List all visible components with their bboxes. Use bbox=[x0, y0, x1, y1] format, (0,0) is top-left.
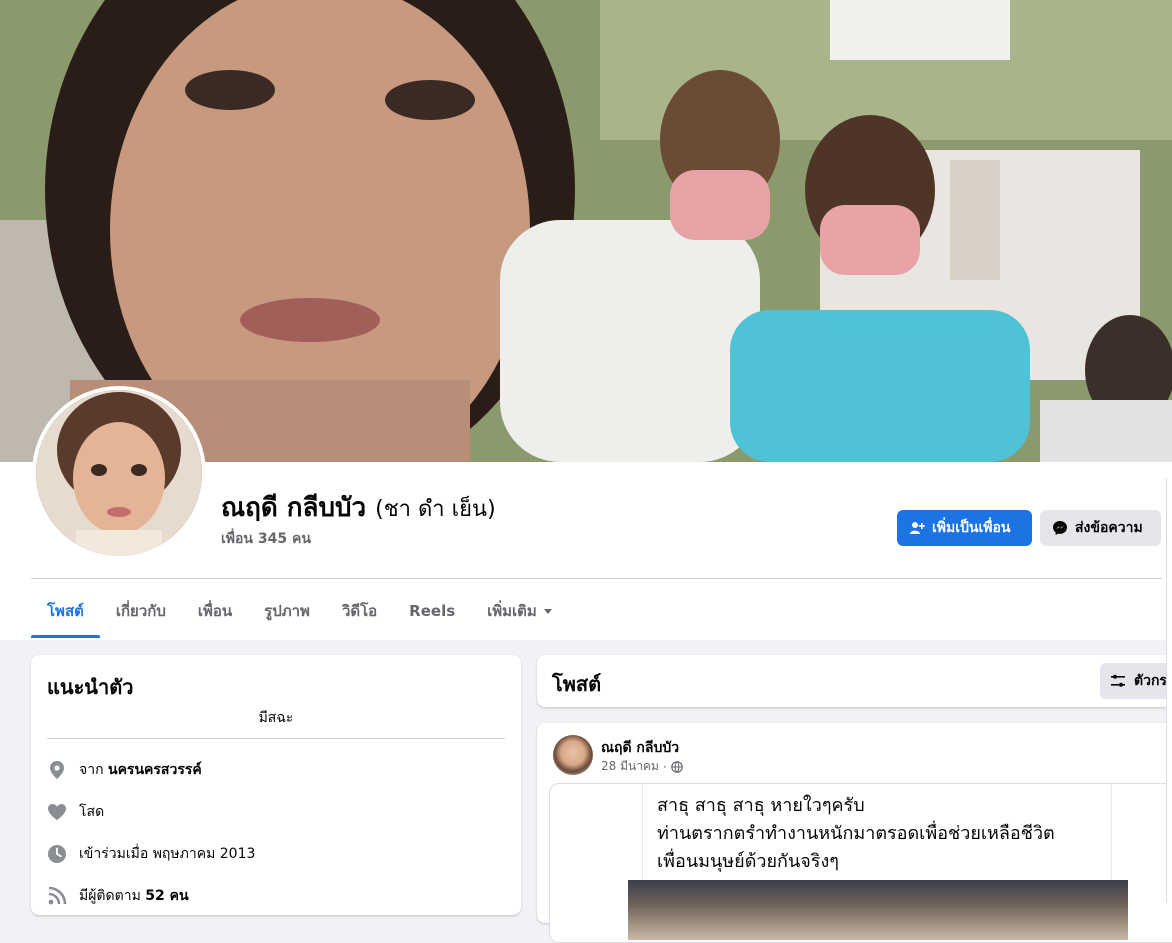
intro-relationship: โสด bbox=[47, 801, 104, 823]
tab-videos-label: วิดีโอ bbox=[341, 602, 378, 620]
post-image[interactable] bbox=[628, 880, 1128, 940]
profile-alternate-name: (ชา ดำ เย็น) bbox=[375, 497, 496, 522]
post-author-avatar[interactable] bbox=[553, 735, 593, 775]
post-card: ณฤดี กลีบบัว 28 มีนาคม · สาธุ สาธุ สาธุ … bbox=[537, 723, 1172, 943]
post-meta: 28 มีนาคม · bbox=[601, 757, 683, 776]
tab-posts-label: โพสต์ bbox=[47, 602, 84, 620]
post-shared-content[interactable]: สาธุ สาธุ สาธุ หายใวๆครับ ท่านตรากตรำทำง… bbox=[549, 783, 1172, 943]
profile-picture-image bbox=[36, 390, 202, 556]
friend-count[interactable]: เพื่อน 345 คน bbox=[221, 528, 311, 550]
post-meta-separator: · bbox=[662, 759, 667, 774]
heart-icon bbox=[47, 802, 67, 822]
intro-hometown: จาก นครนครสวรรค์ bbox=[47, 759, 202, 781]
header-divider bbox=[31, 578, 1162, 579]
rss-icon bbox=[47, 886, 67, 906]
intro-followers: มีผู้ติดตาม 52 คน bbox=[47, 885, 189, 907]
intro-title: แนะนำตัว bbox=[47, 675, 134, 699]
post-date[interactable]: 28 มีนาคม bbox=[601, 757, 659, 776]
posts-header: โพสต์ ตัวกรอง bbox=[537, 655, 1172, 707]
post-text-line: เพื่อนมนุษย์ด้วยกันจริงๆ bbox=[657, 851, 839, 872]
tab-posts[interactable]: โพสต์ bbox=[31, 584, 100, 638]
tab-reels-label: Reels bbox=[409, 602, 456, 620]
message-label: ส่งข้อความ bbox=[1075, 519, 1143, 535]
tab-more[interactable]: เพิ่มเติม bbox=[471, 584, 569, 638]
clock-icon bbox=[47, 844, 67, 864]
tab-about-label: เกี่ยวกับ bbox=[115, 602, 166, 620]
intro-hometown-link[interactable]: นครนครสวรรค์ bbox=[108, 762, 202, 778]
map-pin-icon bbox=[47, 760, 67, 780]
intro-joined-text: เข้าร่วมเมื่อ พฤษภาคม 2013 bbox=[79, 846, 256, 862]
tab-videos[interactable]: วิดีโอ bbox=[326, 584, 393, 638]
intro-hometown-prefix: จาก bbox=[79, 762, 104, 778]
intro-bio: มีสฉะ bbox=[258, 710, 294, 726]
intro-divider bbox=[47, 738, 505, 739]
intro-joined: เข้าร่วมเมื่อ พฤษภาคม 2013 bbox=[47, 843, 255, 865]
tab-photos[interactable]: รูปภาพ bbox=[248, 584, 326, 638]
tab-friends[interactable]: เพื่อน bbox=[182, 584, 248, 638]
message-button[interactable]: ส่งข้อความ bbox=[1040, 510, 1161, 546]
profile-name-text: ณฤดี กลีบบัว bbox=[221, 493, 367, 523]
tab-friends-label: เพื่อน bbox=[197, 602, 233, 620]
intro-card: แนะนำตัว มีสฉะ จาก นครนครสวรรค์ โสด เข้า… bbox=[31, 655, 521, 915]
post-text: สาธุ สาธุ สาธุ หายใวๆครับ ท่านตรากตรำทำง… bbox=[642, 784, 1112, 884]
globe-icon bbox=[670, 760, 683, 773]
caret-down-icon bbox=[543, 609, 552, 614]
sliders-icon bbox=[1111, 674, 1125, 687]
tab-more-label: เพิ่มเติม bbox=[487, 602, 537, 620]
filter-button[interactable]: ตัวกรอง bbox=[1100, 663, 1172, 699]
add-friend-button[interactable]: เพิ่มเป็นเพื่อน bbox=[897, 510, 1032, 546]
tab-photos-label: รูปภาพ bbox=[264, 602, 310, 620]
profile-tabs: โพสต์ เกี่ยวกับ เพื่อน รูปภาพ วิดีโอ Ree… bbox=[31, 584, 569, 638]
person-plus-icon bbox=[910, 522, 925, 534]
messenger-icon bbox=[1053, 521, 1067, 535]
posts-title: โพสต์ bbox=[552, 672, 602, 696]
profile-picture[interactable] bbox=[32, 386, 206, 560]
add-friend-label: เพิ่มเป็นเพื่อน bbox=[932, 519, 1011, 535]
post-text-line: สาธุ สาธุ สาธุ หายใวๆครับ bbox=[657, 795, 865, 816]
tab-about[interactable]: เกี่ยวกับ bbox=[100, 584, 182, 638]
right-panel-edge bbox=[1166, 478, 1172, 902]
post-text-line: ท่านตรากตรำทำงานหนักมาตรอดเพื่อช่วยเหลือ… bbox=[657, 823, 1055, 844]
intro-relationship-text: โสด bbox=[79, 804, 105, 820]
post-author-name[interactable]: ณฤดี กลีบบัว bbox=[601, 737, 679, 759]
profile-name: ณฤดี กลีบบัว (ชา ดำ เย็น) bbox=[221, 487, 496, 528]
tab-reels[interactable]: Reels bbox=[393, 584, 471, 638]
